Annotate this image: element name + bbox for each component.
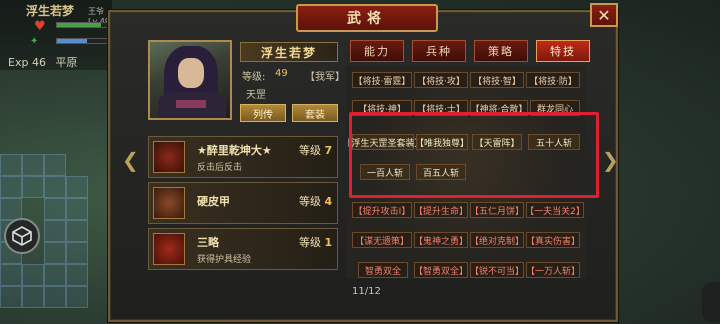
skill-item[interactable]: 【将技·智】 <box>470 72 524 88</box>
scroll-icon <box>153 233 185 265</box>
armor-icon <box>153 187 185 219</box>
map-tile <box>66 264 88 286</box>
map-tile <box>44 176 66 198</box>
skill-item[interactable]: 【鬼神之勇】 <box>414 232 468 248</box>
equipment-desc: 反击后反击 <box>197 163 243 173</box>
map-tile <box>66 220 88 242</box>
skill-item[interactable]: 【一万人斩】 <box>526 262 580 278</box>
map-tile <box>0 198 22 220</box>
hp-bar <box>56 22 108 28</box>
equipment-desc: 获得护具经验 <box>197 255 252 265</box>
general-portrait <box>148 40 232 120</box>
map-tile <box>44 264 66 286</box>
equipment-level: 等级 4 <box>299 195 333 208</box>
outfit-button[interactable]: 套装 <box>292 104 338 122</box>
page-indicator: 11/12 <box>352 286 381 297</box>
map-tile <box>0 286 22 308</box>
skill-item[interactable]: 【一夫当关2】 <box>525 202 585 218</box>
skill-item[interactable]: 【五仁月饼】 <box>470 202 524 218</box>
skill-item[interactable]: 【锐不可当】 <box>470 262 524 278</box>
map-tile <box>22 286 44 308</box>
skill-item[interactable]: 【谋无遗策】 <box>352 232 412 248</box>
map-tile <box>44 242 66 264</box>
right-drawer-tab[interactable] <box>702 282 720 322</box>
map-tile <box>44 154 66 176</box>
map-tile <box>66 198 88 220</box>
map-tile <box>22 264 44 286</box>
equipment-accessory[interactable]: 三略 等级 1 获得护具经验 <box>148 228 338 270</box>
prev-general-arrow-icon[interactable]: ❮ <box>122 148 139 172</box>
level-value: 49 <box>275 68 288 79</box>
skill-item[interactable]: 【提升攻击Ⅰ】 <box>352 202 412 218</box>
map-tile <box>44 198 66 220</box>
close-button[interactable]: ✕ <box>590 3 618 27</box>
skill-item[interactable]: 【提升生命】 <box>414 202 468 218</box>
equipment-armor[interactable]: 硬皮甲 等级 4 <box>148 182 338 224</box>
general-name: 浮生若梦 <box>240 42 338 62</box>
map-tile <box>66 176 88 198</box>
skill-item[interactable]: 【将技·雷霆】 <box>352 72 412 88</box>
skill-item[interactable]: 【将技·防】 <box>526 72 580 88</box>
panel-title: 武将 <box>296 4 438 32</box>
equipment-weapon[interactable]: ★醉里乾坤大★ 等级 7 反击后反击 <box>148 136 338 178</box>
tab-strategy[interactable]: 策略 <box>474 40 528 62</box>
equipment-level: 等级 7 <box>299 144 333 157</box>
map-tile <box>44 220 66 242</box>
level-label: 等级: <box>242 72 266 83</box>
map-tile <box>0 154 22 176</box>
equipment-name: 三略 <box>197 236 219 249</box>
annotation-highlight-box <box>349 112 599 198</box>
equipment-name: 硬皮甲 <box>197 195 230 208</box>
faction-label: 【我军】 <box>305 72 345 83</box>
next-general-arrow-icon[interactable]: ❯ <box>602 148 619 172</box>
mp-leaf-icon: ✦ <box>30 36 39 47</box>
map-tile <box>22 154 44 176</box>
exp-label: Exp 46 平原 <box>8 56 78 69</box>
hp-heart-icon: ♥ <box>34 19 46 34</box>
player-hud[interactable]: 浮生若梦 王爷 Lv 49 ♥ ✦ Exp 46 平原 <box>0 0 112 70</box>
map-tile <box>0 264 22 286</box>
cube-menu-button[interactable] <box>4 218 40 254</box>
cube-icon <box>12 226 32 246</box>
skill-item[interactable]: 【真实伤害】 <box>526 232 580 248</box>
tab-special-skill[interactable]: 特技 <box>536 40 590 62</box>
equipment-level: 等级 1 <box>299 236 333 249</box>
equipment-name: ★醉里乾坤大★ <box>197 144 272 157</box>
map-tile <box>66 242 88 264</box>
general-title: 天罡 <box>246 90 266 101</box>
tab-troop[interactable]: 兵种 <box>412 40 466 62</box>
map-tile <box>44 286 66 308</box>
skill-item[interactable]: 【绝对克制】 <box>470 232 524 248</box>
mp-bar <box>56 38 108 44</box>
skill-item[interactable]: 【智勇双全】 <box>414 262 468 278</box>
map-tile <box>0 176 22 198</box>
skill-item[interactable]: 智勇双全 <box>358 262 408 278</box>
player-name: 浮生若梦 <box>26 4 75 18</box>
tab-ability[interactable]: 能力 <box>350 40 404 62</box>
map-tile <box>66 286 88 308</box>
skill-item[interactable]: 【将技·攻】 <box>414 72 468 88</box>
map-tile <box>22 176 44 198</box>
weapon-icon <box>153 141 185 173</box>
biography-button[interactable]: 列传 <box>240 104 286 122</box>
